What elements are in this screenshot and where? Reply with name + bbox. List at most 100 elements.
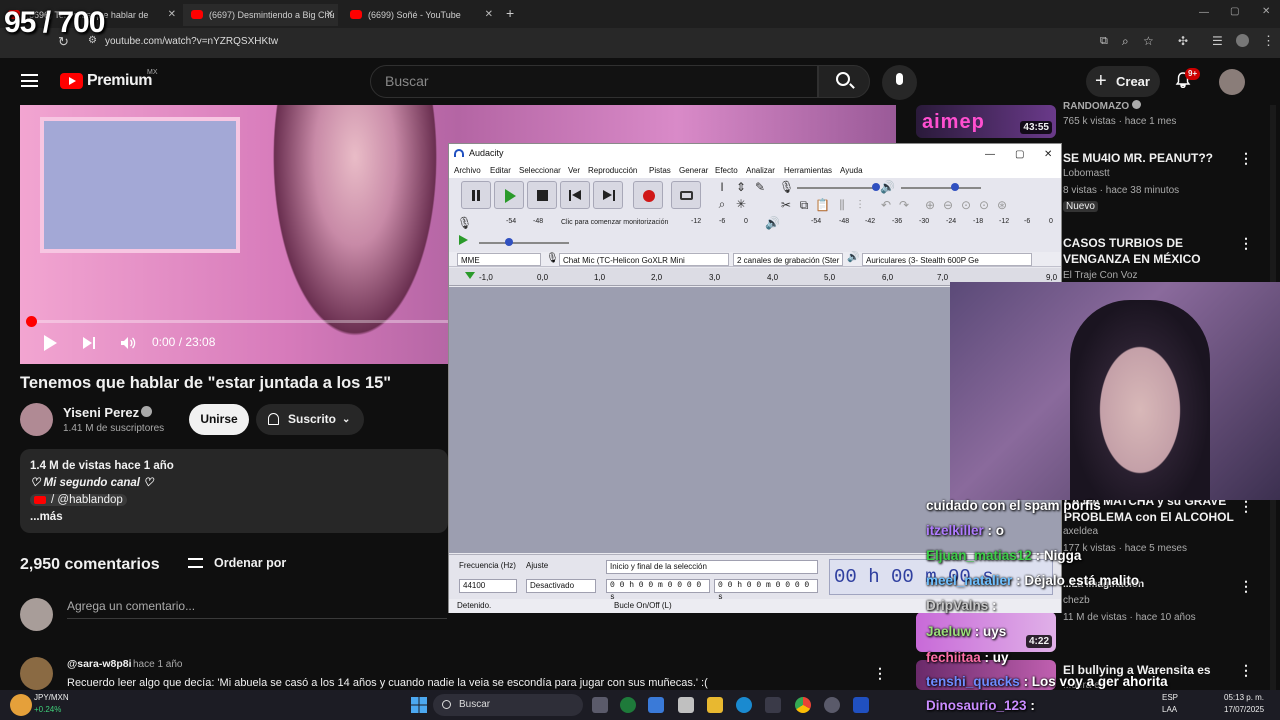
chrome-browser-icon[interactable] bbox=[795, 697, 811, 713]
tab-3[interactable]: (6699) Soñé - YouTube ✕ bbox=[342, 4, 497, 26]
input-device-select[interactable]: Chat Mic (TC-Helicon GoXLR Mini bbox=[559, 253, 729, 266]
install-app-icon[interactable]: ⧉ bbox=[1100, 35, 1108, 48]
channels-select[interactable]: 2 canales de grabación (Ster bbox=[733, 253, 843, 266]
commenter-avatar[interactable] bbox=[20, 657, 53, 690]
obs-icon[interactable] bbox=[824, 697, 840, 713]
record-volume-handle[interactable] bbox=[872, 183, 880, 191]
menu-ayuda[interactable]: Ayuda bbox=[840, 164, 863, 177]
close-tab-icon[interactable]: ✕ bbox=[485, 4, 493, 26]
record-meter-mic-icon[interactable]: 🎙 bbox=[779, 180, 794, 194]
close-window-icon[interactable]: ✕ bbox=[1262, 6, 1270, 17]
clock-time[interactable]: 05:13 p. m. bbox=[1224, 693, 1264, 702]
record-button[interactable] bbox=[633, 181, 663, 209]
audacity-taskbar-icon[interactable] bbox=[853, 697, 869, 713]
zoom-toggle-icon[interactable]: ⊛ bbox=[995, 198, 1009, 212]
fit-project-icon[interactable]: ⊙ bbox=[977, 198, 991, 212]
recommendation-channel[interactable]: chezb bbox=[1063, 595, 1090, 606]
sort-comments-button[interactable]: Ordenar por bbox=[188, 556, 286, 570]
menu-editar[interactable]: Editar bbox=[490, 164, 511, 177]
recommendation-thumbnail[interactable]: aimep 43:55 bbox=[916, 105, 1056, 138]
output-device-select[interactable]: Auriculares (3- Stealth 600P Ge bbox=[862, 253, 1032, 266]
edge-browser-icon[interactable] bbox=[736, 697, 752, 713]
zoom-in-icon[interactable]: ⊕ bbox=[923, 198, 937, 212]
play-at-speed-icon[interactable] bbox=[459, 235, 468, 245]
pause-button[interactable] bbox=[461, 181, 491, 209]
task-view-icon[interactable] bbox=[592, 697, 608, 713]
selection-tool-icon[interactable]: I bbox=[715, 180, 729, 194]
menu-pistas[interactable]: Pistas bbox=[649, 164, 671, 177]
channel-name[interactable]: Yiseni Perez bbox=[63, 405, 139, 420]
redo-icon[interactable]: ↷ bbox=[897, 198, 911, 212]
description-handle-link[interactable]: / @hablandop bbox=[30, 494, 127, 506]
account-avatar[interactable] bbox=[1219, 69, 1245, 95]
play-button[interactable] bbox=[494, 181, 524, 209]
close-tab-icon[interactable]: ✕ bbox=[326, 4, 334, 26]
menu-archivo[interactable]: Archivo bbox=[454, 164, 481, 177]
minimize-icon[interactable]: — bbox=[1199, 7, 1209, 18]
skip-start-button[interactable] bbox=[560, 181, 590, 209]
capture-app-icon[interactable] bbox=[765, 697, 781, 713]
menu-generar[interactable]: Generar bbox=[679, 164, 708, 177]
close-icon[interactable]: ✕ bbox=[1044, 146, 1052, 164]
play-icon[interactable] bbox=[44, 335, 57, 351]
url-field[interactable]: youtube.com/watch?v=nYZRQSXHKtw bbox=[105, 36, 278, 47]
keyboard-layout[interactable]: LAA bbox=[1162, 705, 1177, 714]
video-scrubber-handle[interactable] bbox=[26, 316, 37, 327]
menu-seleccionar[interactable]: Seleccionar bbox=[519, 164, 561, 177]
store-icon[interactable] bbox=[678, 697, 694, 713]
recommendation-menu-icon[interactable]: ⋮ bbox=[1239, 235, 1253, 252]
snap-select[interactable]: Desactivado bbox=[526, 579, 596, 593]
channel-avatar[interactable] bbox=[20, 403, 53, 436]
paste-icon[interactable]: 📋 bbox=[815, 198, 830, 212]
trim-icon[interactable]: ⫼ bbox=[835, 198, 849, 212]
recommendation-channel[interactable]: axeldea bbox=[1063, 526, 1098, 537]
audio-host-select[interactable]: MME bbox=[457, 253, 541, 266]
create-button[interactable]: + Crear bbox=[1086, 66, 1160, 97]
stop-button[interactable] bbox=[527, 181, 557, 209]
comment-author[interactable]: @sara-w8p8i bbox=[67, 658, 132, 670]
extensions-icon[interactable]: ✣ bbox=[1178, 34, 1188, 48]
recommendation-channel[interactable]: El Traje Con Voz bbox=[1063, 270, 1137, 281]
zoom-tool-icon[interactable]: ⌕ bbox=[715, 197, 729, 211]
new-tab-button[interactable]: + bbox=[506, 5, 514, 21]
menu-efecto[interactable]: Efecto bbox=[715, 164, 738, 177]
recommendation-menu-icon[interactable]: ⋮ bbox=[1239, 578, 1253, 595]
subscribed-button[interactable]: Suscrito ⌄ bbox=[256, 404, 364, 435]
hamburger-menu-icon[interactable] bbox=[21, 74, 38, 87]
recommendation-menu-icon[interactable]: ⋮ bbox=[1239, 150, 1253, 167]
audacity-title-bar[interactable]: Audacity — ▢ ✕ bbox=[449, 144, 1061, 164]
volume-icon[interactable] bbox=[120, 335, 136, 351]
zoom-out-icon[interactable]: ⊖ bbox=[941, 198, 955, 212]
record-meter-icon[interactable]: 🎙 bbox=[457, 216, 472, 230]
xbox-app-icon[interactable] bbox=[620, 697, 636, 713]
multi-tool-icon[interactable]: ✳ bbox=[734, 197, 748, 211]
silence-icon[interactable]: ⫶ bbox=[853, 198, 867, 212]
selection-end-field[interactable]: 0 0 h 0 0 m 0 0 0 0 s bbox=[714, 579, 818, 602]
monitor-hint[interactable]: Clic para comenzar monitorización bbox=[561, 219, 668, 226]
maximize-icon[interactable]: ▢ bbox=[1230, 6, 1239, 17]
playback-speaker-icon[interactable]: 🔊 bbox=[880, 180, 895, 194]
envelope-tool-icon[interactable]: ⇕ bbox=[734, 180, 748, 194]
reading-list-icon[interactable]: ☰ bbox=[1212, 34, 1223, 48]
taskbar-search[interactable]: Buscar bbox=[433, 694, 583, 716]
selection-start-field[interactable]: 0 0 h 0 0 m 0 0 0 0 s bbox=[606, 579, 710, 602]
file-explorer-icon[interactable] bbox=[707, 697, 723, 713]
close-tab-icon[interactable]: ✕ bbox=[168, 4, 176, 26]
zoom-icon[interactable]: ⌕ bbox=[1122, 34, 1129, 49]
recommendation-menu-icon[interactable]: ⋮ bbox=[1239, 498, 1253, 515]
cut-icon[interactable]: ✂ bbox=[779, 198, 793, 212]
bookmark-star-icon[interactable]: ☆ bbox=[1143, 34, 1154, 48]
add-comment-input[interactable]: Agrega un comentario... bbox=[67, 599, 447, 619]
draw-tool-icon[interactable]: ✎ bbox=[753, 180, 767, 194]
recommendation-menu-icon[interactable]: ⋮ bbox=[1239, 662, 1253, 679]
loop-button[interactable] bbox=[671, 181, 701, 209]
comment-menu-icon[interactable]: ⋮ bbox=[873, 665, 887, 682]
profile-icon[interactable] bbox=[1236, 34, 1249, 47]
search-input[interactable]: Buscar bbox=[370, 65, 818, 98]
recommendation-title[interactable]: SE MU4IO MR. PEANUT?? bbox=[1063, 150, 1233, 166]
description-box[interactable]: 1.4 M de vistas hace 1 año ♡ Mi segundo … bbox=[20, 449, 448, 533]
windows-start-icon[interactable] bbox=[411, 697, 427, 713]
play-speed-slider[interactable] bbox=[479, 242, 569, 244]
youtube-premium-logo[interactable]: Premium bbox=[87, 72, 152, 90]
undo-icon[interactable]: ↶ bbox=[879, 198, 893, 212]
